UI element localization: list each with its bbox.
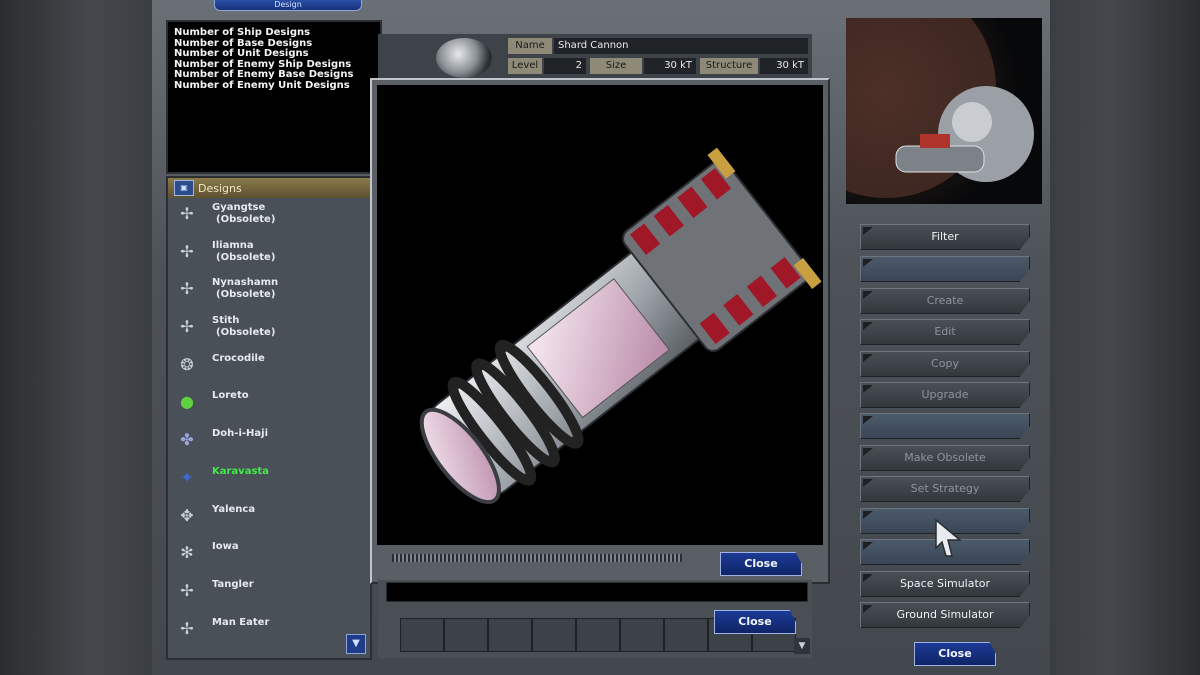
component-slot[interactable] [532,618,576,652]
design-item-loreto[interactable]: ● Loreto [168,386,370,424]
component-slot[interactable] [488,618,532,652]
blank-command-slot [860,413,1030,439]
name-label: Name [508,38,552,54]
design-name: Gyangtse [212,202,266,213]
stat-ship-designs: Number of Ship Designs [174,27,311,38]
design-name: Crocodile [212,352,265,364]
filter-button[interactable]: Filter [860,224,1030,250]
design-status: (Obsolete) [216,289,276,301]
design-item-nynashamn[interactable]: ✢ Nynashamn (Obsolete) [168,273,370,311]
design-item-stith[interactable]: ✢ Stith (Obsolete) [168,311,370,349]
ship-icon: ✢ [180,241,194,261]
design-detail-bar: Name Shard Cannon Level 2 Size 30 kT Str… [378,34,812,78]
make-obsolete-button[interactable]: Make Obsolete [860,445,1030,471]
ship-icon: ✦ [180,467,194,487]
designs-header: ▣ Designs [168,178,370,198]
design-item-yalenca[interactable]: ✥ Yalenca [168,500,370,538]
component-slot[interactable] [620,618,664,652]
set-strategy-button[interactable]: Set Strategy [860,476,1030,502]
designs-icon: ▣ [174,180,194,196]
design-stats-panel: Number of Ship Designs Number of Base De… [166,20,382,174]
ship-thumbnail [436,38,492,78]
design-item-karavasta[interactable]: ✦ Karavasta [168,462,370,500]
description-field [386,582,808,602]
planet-scene [846,18,1034,198]
design-item-crocodile[interactable]: ❂ Crocodile [168,349,370,387]
slot-scroll-icon[interactable]: ▼ [794,638,810,654]
ship-3d-view[interactable] [377,85,823,545]
design-name: Karavasta [212,465,269,477]
ship-icon: ❂ [180,354,194,374]
ship-icon: ✢ [180,580,194,600]
space-simulator-button[interactable]: Space Simulator [860,571,1030,597]
design-status: (Obsolete) [216,327,276,339]
design-name: Man Eater [212,616,270,628]
main-close-button[interactable]: Close [714,610,796,634]
ship-icon: ● [180,392,194,412]
design-status: (Obsolete) [216,214,276,225]
stat-enemy-unit-designs: Number of Enemy Unit Designs [174,79,350,91]
viewer-progress-strip [392,554,682,562]
shard-cannon-model [419,147,822,505]
design-item-iowa[interactable]: ✻ Iowa [168,537,370,575]
design-name: Iliamna [212,239,254,251]
design-list: ✢ Gyangtse (Obsolete) ✢ Iliamna (Obsolete)… [168,198,370,650]
window-title: Design [274,0,302,9]
copy-button[interactable]: Copy [860,351,1030,377]
design-name: Stith [212,315,240,327]
design-item-tangler[interactable]: ✢ Tangler [168,575,370,613]
blank-command-slot [860,256,1030,282]
ship-icon: ✢ [180,317,194,337]
background-left [0,0,152,675]
design-screen: Design Number of Ship Designs Number of … [152,0,1050,675]
viewer-close-button[interactable]: Close [720,552,802,576]
design-name: Iowa [212,541,239,553]
ship-icon: ✻ [180,543,194,563]
size-label: Size [590,58,642,74]
component-slot[interactable] [400,618,444,652]
component-slot[interactable] [576,618,620,652]
design-item-iliamna[interactable]: ✢ Iliamna (Obsolete) [168,236,370,274]
design-name: Yalenca [212,503,256,515]
ground-simulator-button[interactable]: Ground Simulator [860,602,1030,628]
background-right [1050,0,1200,675]
design-viewer-window: Close [370,78,830,584]
structure-label: Structure [700,58,758,74]
design-name: Tangler [212,578,254,590]
design-name: Loreto [212,390,249,402]
component-slot[interactable] [444,618,488,652]
mouse-pointer-icon [935,518,962,557]
design-item-man-eater[interactable]: ✢ Man Eater [168,613,370,651]
size-value: 30 kT [644,58,696,74]
planet-view [846,18,1042,204]
design-item-doh-i-haji[interactable]: ✤ Doh-i-Haji [168,424,370,462]
scroll-down-button[interactable]: ▼ [346,634,366,654]
ship-icon: ✢ [180,279,194,299]
lower-detail-area: ▼ Close [378,580,812,658]
design-name: Doh-i-Haji [212,428,268,440]
ship-icon: ✥ [180,505,194,525]
level-label: Level [508,58,542,74]
design-status: (Obsolete) [216,251,276,263]
upgrade-button[interactable]: Upgrade [860,382,1030,408]
design-name: Nynashamn [212,277,279,289]
designs-list-panel: ▣ Designs ✢ Gyangtse (Obsolete) ✢ Iliamna… [166,176,372,660]
level-value: 2 [544,58,586,74]
name-value: Shard Cannon [554,38,808,54]
designs-header-label: Designs [198,181,242,195]
design-item-gyangtse[interactable]: ✢ Gyangtse (Obsolete) [168,198,370,236]
ship-icon: ✢ [180,618,194,638]
window-title-tab: Design [214,0,362,11]
ship-icon: ✢ [180,204,194,223]
structure-value: 30 kT [760,58,808,74]
edit-button[interactable]: Edit [860,319,1030,345]
screen-close-button[interactable]: Close [914,642,996,666]
create-button[interactable]: Create [860,288,1030,314]
component-slot[interactable] [664,618,708,652]
command-panel: Filter Create Edit Copy Upgrade Make Obs… [848,212,1044,632]
ship-icon: ✤ [180,430,194,450]
